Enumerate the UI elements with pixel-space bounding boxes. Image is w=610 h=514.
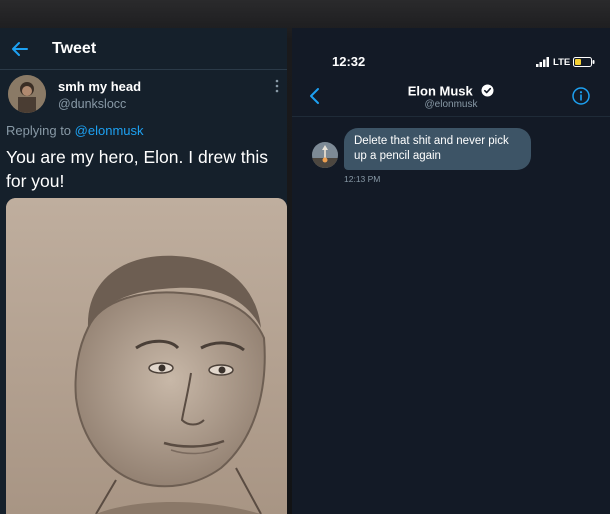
- arrow-left-icon[interactable]: [10, 39, 30, 59]
- contact-handle: @elonmusk: [424, 99, 478, 110]
- tweet-text: You are my hero, Elon. I drew this for y…: [6, 147, 268, 191]
- avatar[interactable]: [8, 75, 46, 113]
- tweet-panel: Tweet smh my head @dunkslocc Replying to…: [0, 28, 287, 514]
- author-handle[interactable]: @dunkslocc: [58, 97, 126, 111]
- info-icon[interactable]: [572, 87, 590, 105]
- replying-to: Replying to @elonmusk: [6, 123, 144, 138]
- header-divider: [292, 116, 610, 117]
- status-bar-time: 12:32: [332, 54, 366, 69]
- author-name[interactable]: smh my head: [58, 79, 141, 94]
- contact-avatar[interactable]: [312, 142, 338, 168]
- screenshot-collage: Tweet smh my head @dunkslocc Replying to…: [0, 0, 610, 514]
- tweet-image-drawing[interactable]: [6, 198, 287, 514]
- signal-icon: [536, 57, 549, 67]
- dm-panel: 12:32 LTE Elon Musk @elonmusk Delete tha…: [292, 28, 610, 514]
- message-timestamp: 12:13 PM: [344, 174, 381, 184]
- replying-to-mention[interactable]: @elonmusk: [75, 123, 144, 138]
- battery-icon: [573, 57, 595, 67]
- tweet-header: Tweet: [0, 28, 287, 70]
- message-bubble[interactable]: Delete that shit and never pick up a pen…: [344, 128, 531, 170]
- contact-name[interactable]: Elon Musk: [408, 83, 473, 98]
- more-vertical-icon[interactable]: [274, 78, 280, 94]
- status-bar-indicators: LTE: [536, 56, 595, 68]
- verified-badge-icon: [481, 84, 494, 97]
- contact-name-row[interactable]: Elon Musk: [292, 82, 610, 100]
- page-title: Tweet: [52, 40, 97, 57]
- replying-to-label: Replying to: [6, 123, 72, 138]
- network-label: LTE: [553, 56, 571, 68]
